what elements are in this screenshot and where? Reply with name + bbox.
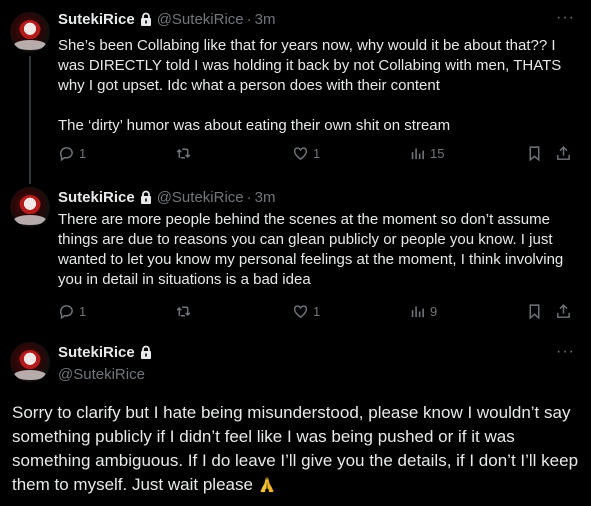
main-tweet[interactable]: SutekiRice @SutekiRice ··· Sorry to clar… bbox=[0, 330, 591, 506]
share-icon bbox=[557, 146, 570, 160]
like-button[interactable]: 1 bbox=[292, 303, 320, 320]
display-name[interactable]: SutekiRice bbox=[58, 11, 135, 28]
bookmark-icon bbox=[529, 304, 540, 320]
avatar[interactable] bbox=[10, 12, 50, 52]
tweet-text: There are more people behind the scenes … bbox=[58, 211, 568, 288]
tweet-text-container: Sorry to clarify but I hate being misund… bbox=[12, 401, 580, 497]
lock-icon bbox=[140, 345, 151, 359]
reply-button[interactable]: 1 bbox=[58, 145, 86, 162]
tweet-2[interactable]: SutekiRice @SutekiRice · 3m There are mo… bbox=[0, 175, 591, 330]
like-count: 1 bbox=[313, 304, 321, 319]
tweet-header: SutekiRice @SutekiRice · 3m bbox=[58, 11, 275, 28]
views-icon bbox=[411, 306, 424, 318]
avatar[interactable] bbox=[10, 342, 50, 382]
retweet-button[interactable] bbox=[175, 303, 192, 320]
more-options-button[interactable]: ··· bbox=[556, 9, 575, 27]
tweet-actions: 1 1 9 bbox=[58, 303, 578, 323]
view-count: 9 bbox=[430, 304, 438, 319]
bookmark-icon bbox=[529, 146, 540, 162]
views-icon bbox=[411, 148, 424, 160]
views-button[interactable]: 9 bbox=[409, 303, 437, 320]
folded-hands-icon bbox=[260, 476, 273, 493]
display-name[interactable]: SutekiRice bbox=[58, 344, 135, 361]
like-count: 1 bbox=[313, 146, 321, 161]
reply-count: 1 bbox=[79, 304, 87, 319]
tweet-header: SutekiRice @SutekiRice · 3m bbox=[58, 189, 275, 206]
username[interactable]: @SutekiRice bbox=[157, 11, 244, 28]
tweet-1[interactable]: SutekiRice @SutekiRice · 3m ··· She’s be… bbox=[0, 0, 591, 184]
like-icon bbox=[293, 305, 308, 319]
view-count: 15 bbox=[430, 146, 445, 161]
reply-icon bbox=[59, 305, 73, 320]
tweet-header: SutekiRice bbox=[58, 344, 157, 361]
separator-dot: · bbox=[246, 11, 252, 28]
reply-button[interactable]: 1 bbox=[58, 303, 86, 320]
tweet-text: Sorry to clarify but I hate being misund… bbox=[12, 403, 579, 494]
display-name[interactable]: SutekiRice bbox=[58, 189, 135, 206]
timestamp[interactable]: 3m bbox=[255, 11, 276, 28]
retweet-button[interactable] bbox=[175, 145, 192, 162]
avatar[interactable] bbox=[10, 187, 50, 227]
username[interactable]: @SutekiRice bbox=[58, 366, 145, 383]
tweet-text: She’s been Collabing like that for years… bbox=[58, 37, 562, 134]
share-button[interactable] bbox=[555, 303, 572, 320]
bookmark-button[interactable] bbox=[526, 303, 543, 320]
bookmark-button[interactable] bbox=[526, 145, 543, 162]
retweet-icon bbox=[176, 148, 191, 159]
timestamp[interactable]: 3m bbox=[255, 189, 276, 206]
separator-dot: · bbox=[246, 189, 252, 206]
more-options-button[interactable]: ··· bbox=[556, 343, 575, 361]
reply-icon bbox=[59, 147, 73, 162]
lock-icon bbox=[140, 12, 151, 26]
like-button[interactable]: 1 bbox=[292, 145, 320, 162]
views-button[interactable]: 15 bbox=[409, 145, 444, 162]
username[interactable]: @SutekiRice bbox=[157, 189, 244, 206]
retweet-icon bbox=[176, 306, 191, 317]
share-button[interactable] bbox=[555, 145, 572, 162]
like-icon bbox=[293, 147, 308, 161]
reply-count: 1 bbox=[79, 146, 87, 161]
share-icon bbox=[557, 304, 570, 318]
lock-icon bbox=[140, 190, 151, 204]
tweet-actions: 1 1 15 bbox=[58, 145, 578, 165]
thread-line bbox=[29, 56, 31, 184]
